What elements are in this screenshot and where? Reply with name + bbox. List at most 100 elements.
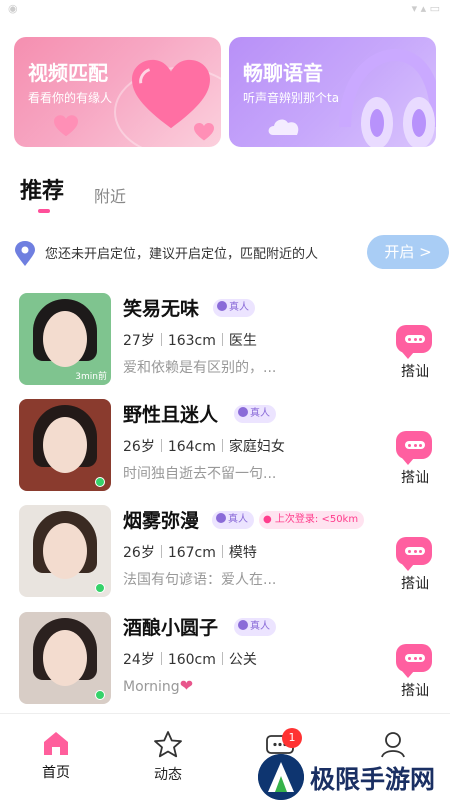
heart-icon	[132, 59, 210, 129]
avatar-face	[43, 523, 87, 579]
bottom-nav: 首页 动态 1 极限手游网	[0, 713, 450, 800]
small-heart-icon	[54, 115, 78, 137]
user-card[interactable]: 酒酿小圆子 真人 24岁 160cm 公关 Morning❤ 搭讪	[0, 612, 450, 712]
user-card[interactable]: 野性且迷人 真人 26岁 164cm 家庭妇女 时间独自逝去不留一句... 搭讪	[0, 399, 450, 499]
user-name: 野性且迷人	[123, 404, 219, 426]
location-prompt: 您还未开启定位，建议开启定位，匹配附近的人 开启 >	[14, 235, 450, 269]
verified-check-icon	[238, 620, 248, 630]
avatar-face	[43, 417, 87, 473]
verified-label: 真人	[229, 302, 249, 313]
status-icons: ▾ ▴ ▭	[411, 2, 440, 15]
greet-label: 搭讪	[401, 364, 429, 380]
greet-label: 搭讪	[401, 470, 429, 486]
user-age: 24岁	[123, 652, 155, 668]
status-bar: ◉ ▾ ▴ ▭	[0, 0, 450, 22]
last-login-badge: ● 上次登录: <50km	[259, 511, 365, 529]
divider	[221, 652, 223, 665]
avatar-face	[43, 311, 87, 367]
chat-bubble-icon	[396, 431, 432, 465]
divider	[160, 439, 162, 452]
user-age: 26岁	[123, 545, 155, 561]
user-info: 26岁 164cm 家庭妇女	[123, 436, 285, 456]
verified-check-icon	[216, 513, 226, 523]
user-height: 164cm	[167, 439, 216, 455]
verified-check-icon	[217, 301, 227, 311]
greet-label: 搭讪	[401, 576, 429, 592]
cloud-icon	[268, 119, 299, 135]
user-height: 160cm	[167, 652, 216, 668]
chat-dots	[405, 654, 425, 662]
greet-button[interactable]: 搭讪	[395, 642, 433, 700]
user-bio: 法国有句谚语：爱人在...	[123, 569, 276, 589]
bio-text: Morning	[123, 679, 180, 695]
voice-chat-banner[interactable]: 畅聊语音 听声音辨别那个ta	[229, 37, 436, 147]
verified-check-icon	[238, 407, 248, 417]
avatar-face	[43, 630, 87, 686]
watermark: 极限手游网	[258, 754, 448, 800]
user-avatar[interactable]	[19, 505, 111, 597]
user-avatar[interactable]	[19, 399, 111, 491]
chat-dots	[405, 547, 425, 555]
divider	[160, 652, 162, 665]
verified-badge: 真人	[213, 299, 255, 317]
online-indicator	[95, 477, 105, 487]
chat-dots	[405, 441, 425, 449]
verified-badge: 真人	[212, 511, 254, 529]
divider	[160, 333, 162, 346]
tab-recommended[interactable]: 推荐	[20, 173, 64, 205]
location-dot-icon: ●	[263, 514, 275, 525]
bio-text: 法国有句谚语：爱人在...	[123, 572, 277, 588]
divider	[221, 545, 223, 558]
user-job: 公关	[228, 652, 257, 668]
headphones-icon	[339, 48, 436, 147]
nav-label: 首页	[42, 765, 70, 781]
nav-home[interactable]: 首页	[26, 730, 86, 782]
message-badge: 1	[282, 728, 302, 748]
divider	[160, 545, 162, 558]
location-pin-icon	[15, 241, 35, 266]
heart-emoji-icon: ❤	[179, 676, 194, 695]
divider	[221, 439, 223, 452]
greet-label: 搭讪	[401, 683, 429, 699]
verified-label: 真人	[228, 514, 248, 525]
location-prompt-text: 您还未开启定位，建议开启定位，匹配附近的人	[45, 247, 319, 262]
user-job: 家庭妇女	[228, 439, 285, 455]
online-indicator	[95, 690, 105, 700]
tab-nearby[interactable]: 附近	[94, 183, 126, 207]
banner-subtitle: 看看你的有缘人	[28, 91, 113, 105]
small-heart-icon	[194, 123, 214, 141]
user-name: 酒酿小圆子	[123, 617, 219, 639]
greet-button[interactable]: 搭讪	[395, 323, 433, 381]
active-tab-indicator	[38, 209, 50, 213]
greet-button[interactable]: 搭讪	[395, 429, 433, 487]
chat-bubble-icon	[396, 325, 432, 359]
user-job: 医生	[228, 333, 257, 349]
user-age: 26岁	[123, 439, 155, 455]
last-login-label: 上次登录: <50km	[274, 514, 359, 525]
online-indicator	[95, 583, 105, 593]
video-match-banner[interactable]: 视频匹配 看看你的有缘人	[14, 37, 221, 147]
user-avatar[interactable]: 3min前	[19, 293, 111, 385]
user-card[interactable]: 烟雾弥漫 真人 ● 上次登录: <50km 26岁 167cm 模特 法国有句谚语：爱人在.…	[0, 505, 450, 605]
nav-label: 动态	[154, 767, 182, 783]
verified-badge: 真人	[234, 405, 276, 423]
user-bio: Morning❤	[123, 676, 193, 695]
enable-location-button[interactable]: 开启 >	[367, 235, 449, 269]
user-info: 24岁 160cm 公关	[123, 649, 257, 669]
user-avatar[interactable]	[19, 612, 111, 704]
status-icon: ◉	[8, 2, 18, 15]
user-card[interactable]: 3min前 笑易无味 真人 27岁 163cm 医生 爱和依赖是有区别的，... 搭讪	[0, 293, 450, 393]
greet-button[interactable]: 搭讪	[395, 535, 433, 593]
user-age: 27岁	[123, 333, 155, 349]
divider	[221, 333, 223, 346]
banner-title: 畅聊语音	[243, 61, 323, 85]
home-icon	[44, 732, 68, 755]
nav-moments[interactable]: 动态	[138, 730, 198, 784]
user-height: 167cm	[167, 545, 216, 561]
watermark-text: 极限手游网	[310, 765, 436, 794]
star-icon	[154, 731, 182, 758]
user-info: 26岁 167cm 模特	[123, 542, 257, 562]
user-name: 笑易无味	[123, 298, 200, 320]
bio-text: 爱和依赖是有区别的，...	[123, 360, 277, 376]
banner-title: 视频匹配	[28, 61, 108, 85]
